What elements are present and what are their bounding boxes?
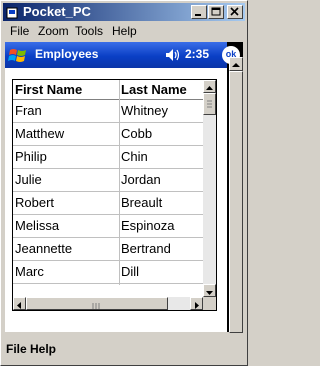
grid-scroll-right-button[interactable] <box>190 297 203 310</box>
cell-first-name[interactable]: Matthew <box>13 123 119 145</box>
pocketpc-navigation-bar: Employees 2:35 ok <box>5 42 240 68</box>
column-header-last-name[interactable]: Last Name <box>119 80 203 99</box>
emulator-menu-bar: File Zoom Tools Help <box>3 22 245 42</box>
cell-first-name[interactable]: Robert <box>13 192 119 214</box>
chevron-right-icon <box>195 302 199 309</box>
menu-file[interactable]: File <box>10 24 29 38</box>
grid-scroll-down-button[interactable] <box>203 284 216 297</box>
cell-first-name[interactable]: Julie <box>13 169 119 191</box>
minimize-button[interactable] <box>191 5 207 19</box>
command-bar: File Help <box>3 338 245 362</box>
minimize-icon <box>195 14 201 16</box>
scroll-thumb[interactable] <box>229 71 243 333</box>
cell-last-name[interactable]: Whitney <box>119 100 203 122</box>
employees-grid[interactable]: First Name Last Name Fran Whitney Matthe… <box>12 79 217 311</box>
cell-first-name[interactable]: Fran <box>13 100 119 122</box>
chevron-up-icon <box>232 63 240 67</box>
window-title-bar[interactable]: Pocket_PC <box>3 3 245 21</box>
grip-icon <box>207 100 212 108</box>
windows-flag-icon[interactable] <box>8 46 28 64</box>
speaker-icon[interactable] <box>165 48 181 62</box>
chevron-left-icon <box>17 302 21 309</box>
maximize-icon <box>211 7 221 16</box>
cell-first-name[interactable]: Melissa <box>13 215 119 237</box>
scroll-up-button[interactable] <box>229 57 243 71</box>
command-help[interactable]: Help <box>30 342 56 356</box>
grip-icon <box>92 303 100 309</box>
menu-zoom[interactable]: Zoom <box>38 24 69 38</box>
maximize-button[interactable] <box>208 5 224 19</box>
cell-first-name[interactable]: Marc <box>13 261 119 283</box>
window-title: Pocket_PC <box>23 4 91 19</box>
cell-first-name[interactable]: Philip <box>13 146 119 168</box>
grid-scroll-up-button[interactable] <box>203 80 216 93</box>
cell-last-name[interactable]: Chin <box>119 146 203 168</box>
app-title: Employees <box>35 47 99 61</box>
grid-scroll-left-button[interactable] <box>13 297 26 310</box>
grid-hscroll-thumb[interactable] <box>26 297 168 310</box>
clock[interactable]: 2:35 <box>185 47 209 61</box>
command-file[interactable]: File <box>6 342 27 356</box>
close-icon <box>230 7 239 16</box>
menu-tools[interactable]: Tools <box>75 24 103 38</box>
cell-last-name[interactable]: Dill <box>119 261 203 283</box>
window-vertical-scrollbar[interactable] <box>229 57 243 333</box>
cell-last-name[interactable]: Bertrand <box>119 238 203 260</box>
grid-scroll-thumb[interactable] <box>203 93 216 115</box>
menu-help[interactable]: Help <box>112 24 137 38</box>
grid-vertical-scrollbar[interactable] <box>203 80 216 297</box>
close-button[interactable] <box>227 5 243 19</box>
cell-last-name[interactable]: Cobb <box>119 123 203 145</box>
row-divider <box>13 283 203 284</box>
app-icon <box>6 6 18 19</box>
cell-last-name[interactable]: Breault <box>119 192 203 214</box>
cell-last-name[interactable]: Jordan <box>119 169 203 191</box>
cell-last-name[interactable]: Espinoza <box>119 215 203 237</box>
scroll-corner <box>203 297 216 310</box>
column-header-first-name[interactable]: First Name <box>13 80 119 99</box>
grid-horizontal-scrollbar[interactable] <box>13 297 203 310</box>
cell-first-name[interactable]: Jeannette <box>13 238 119 260</box>
